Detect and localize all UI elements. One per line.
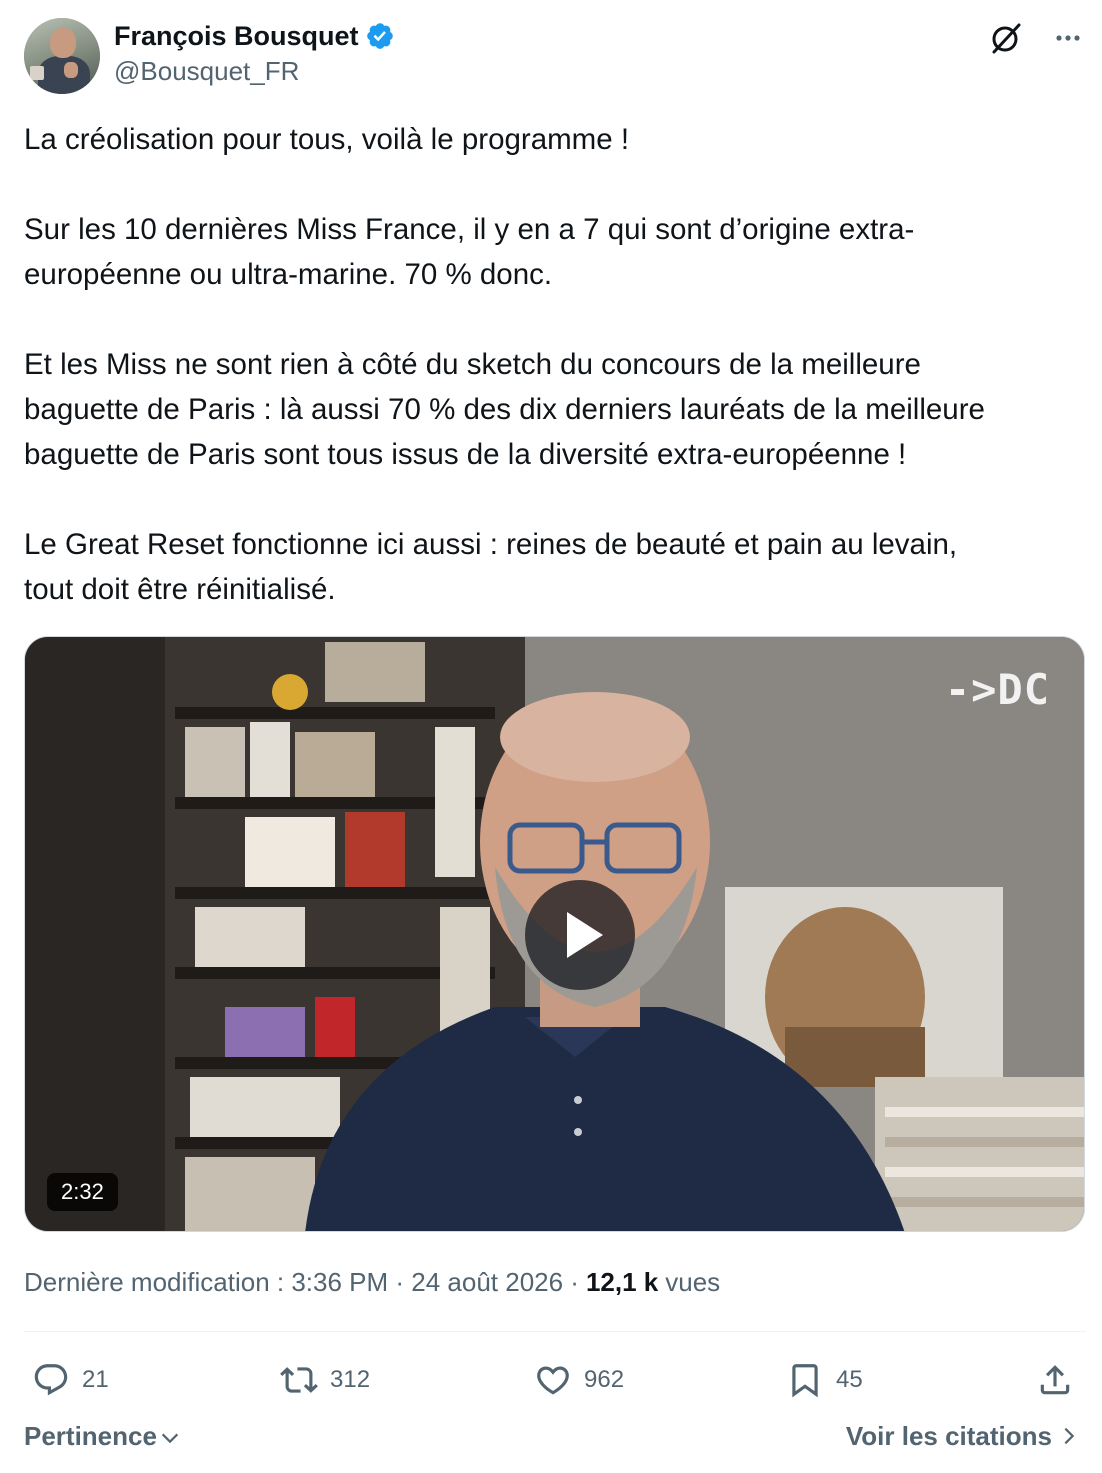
author-display-name[interactable]: François Bousquet bbox=[114, 21, 359, 52]
retweet-icon bbox=[280, 1367, 318, 1393]
heart-icon bbox=[537, 1366, 569, 1395]
author-avatar[interactable] bbox=[24, 18, 100, 94]
retweet-count: 312 bbox=[330, 1366, 371, 1393]
action-bar: 21 312 962 45 bbox=[24, 1352, 1086, 1408]
like-button[interactable]: 962 bbox=[534, 1352, 624, 1408]
grok-icon[interactable] bbox=[988, 20, 1024, 56]
view-quotes-link[interactable]: Voir les citations bbox=[846, 1416, 1080, 1456]
reply-icon bbox=[34, 1364, 68, 1396]
bookmark-button[interactable]: 45 bbox=[786, 1352, 863, 1408]
video-watermark: ->DC bbox=[944, 665, 1050, 714]
views-count: 12,1 k bbox=[585, 1266, 659, 1297]
bookmark-count: 45 bbox=[836, 1366, 863, 1393]
like-count: 962 bbox=[584, 1366, 625, 1393]
reply-button[interactable]: 21 bbox=[32, 1352, 109, 1408]
tweet-header: François Bousquet @Bousquet_FR bbox=[24, 16, 1086, 96]
video-player[interactable]: ->DC 2:32 bbox=[24, 636, 1085, 1232]
edited-timestamp[interactable]: Dernière modification : 3:36 PM · 24 aoû… bbox=[24, 1267, 579, 1298]
tweet-paragraph: La créolisation pour tous, voilà le prog… bbox=[24, 123, 630, 156]
sort-dropdown[interactable]: Pertinence bbox=[24, 1416, 181, 1456]
more-icon[interactable] bbox=[1050, 20, 1086, 56]
tweet-paragraph: Le Great Reset fonctionne ici aussi : re… bbox=[24, 528, 958, 606]
sort-label: Pertinence bbox=[24, 1420, 157, 1451]
share-icon bbox=[1040, 1365, 1070, 1395]
views-label: vues bbox=[665, 1266, 721, 1297]
chevron-down-icon bbox=[161, 1433, 179, 1444]
divider bbox=[24, 1331, 1086, 1332]
tweet-paragraph: Et les Miss ne sont rien à côté du sketc… bbox=[24, 348, 985, 471]
video-duration: 2:32 bbox=[47, 1173, 118, 1211]
author-name-row[interactable]: François Bousquet bbox=[114, 18, 395, 54]
reply-count: 21 bbox=[82, 1366, 109, 1393]
tweet-text: La créolisation pour tous, voilà le prog… bbox=[24, 117, 1086, 612]
author-handle[interactable]: @Bousquet_FR bbox=[114, 56, 299, 87]
tweet-meta: Dernière modification : 3:36 PM · 24 aoû… bbox=[24, 1262, 720, 1302]
bookmark-icon bbox=[792, 1364, 818, 1398]
view-quotes-label: Voir les citations bbox=[845, 1420, 1052, 1451]
play-button[interactable] bbox=[525, 880, 635, 990]
retweet-button[interactable]: 312 bbox=[280, 1352, 370, 1408]
tweet-paragraph: Sur les 10 dernières Miss France, il y e… bbox=[24, 213, 915, 291]
verified-badge-icon bbox=[366, 23, 393, 49]
chevron-right-icon bbox=[1064, 1427, 1075, 1445]
play-icon bbox=[567, 912, 603, 958]
share-button[interactable] bbox=[1036, 1352, 1074, 1408]
